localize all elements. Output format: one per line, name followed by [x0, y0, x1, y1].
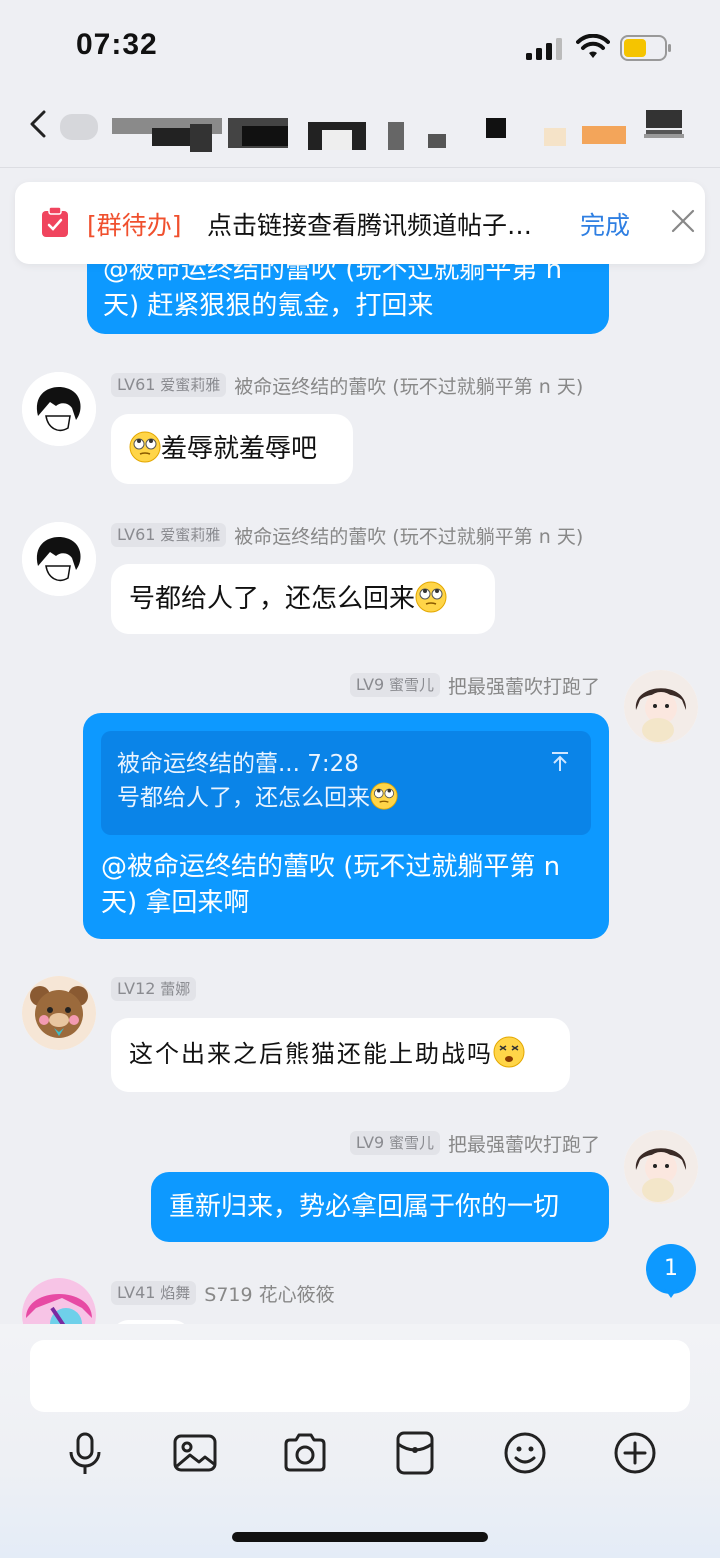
avatar[interactable] — [22, 372, 96, 446]
todo-tag: [群待办] — [87, 211, 182, 240]
sender-meta: LV61 爱蜜莉雅 被命运终结的蕾吹 (玩不过就躺平第 n 天) — [111, 372, 583, 398]
sender-meta: LV61 爱蜜莉雅 被命运终结的蕾吹 (玩不过就躺平第 n 天) — [111, 522, 583, 548]
avatar[interactable] — [22, 976, 96, 1050]
jump-to-original-icon[interactable] — [549, 751, 571, 773]
rolling-eyes-emoji-icon — [370, 782, 398, 810]
sender-name: S719 花心筱筱 — [204, 1283, 335, 1306]
chevron-left-icon[interactable] — [24, 104, 52, 144]
done-button[interactable]: 完成 — [580, 206, 630, 242]
dizzy-face-emoji-icon — [493, 1036, 525, 1068]
message-text: 天) 赶紧狠狠的氪金，打回来 — [103, 291, 434, 321]
wifi-icon — [576, 34, 610, 58]
plus-icon[interactable] — [612, 1430, 658, 1476]
message-list[interactable]: @被命运终结的蕾吹 (玩不过就躺平第 n 天) 赶紧狠狠的氪金，打回来 LV61… — [0, 168, 720, 1324]
message-bubble-outgoing[interactable]: 被命运终结的蕾... 7:28 号都给人了，还怎么回来 @被命运终结的蕾吹 (玩… — [83, 713, 609, 939]
message-text: @被命运终结的蕾吹 (玩不过就躺平第 n — [101, 852, 561, 882]
quote-text: 号都给人了，还怎么回来 — [117, 785, 370, 811]
close-icon[interactable] — [670, 208, 696, 234]
battery-icon — [620, 35, 671, 61]
sender-meta: LV12 蕾娜 — [111, 976, 204, 1002]
level-badge: LV61 爱蜜莉雅 — [111, 523, 227, 547]
avatar[interactable] — [624, 670, 698, 744]
rolling-eyes-emoji-icon — [129, 431, 161, 463]
camera-icon[interactable] — [282, 1430, 328, 1476]
quote-time: 7:28 — [307, 751, 359, 777]
sender-name: 把最强蕾吹打跑了 — [447, 1133, 600, 1156]
quote-sender: 被命运终结的蕾... — [117, 751, 300, 777]
message-text: 重新归来，势必拿回属于你的一切 — [169, 1192, 560, 1222]
menu-icon[interactable] — [640, 106, 688, 140]
microphone-icon[interactable] — [62, 1430, 108, 1476]
red-packet-icon[interactable] — [392, 1430, 438, 1476]
group-todo-banner[interactable]: [群待办] 点击链接查看腾讯频道帖子… 完成 — [15, 182, 705, 264]
avatar[interactable] — [22, 1278, 96, 1324]
level-badge: LV61 爱蜜莉雅 — [111, 373, 227, 397]
sender-meta: LV9 蜜雪儿 把最强蕾吹打跑了 — [334, 672, 600, 698]
user-avatar-icon — [624, 670, 698, 744]
avatar[interactable] — [624, 1130, 698, 1204]
message-text: 号都给人了，还怎么回来 — [129, 584, 416, 614]
sender-name: 被命运终结的蕾吹 (玩不过就躺平第 n 天) — [234, 525, 584, 548]
message-text: 羞辱就羞辱吧 — [161, 434, 318, 464]
unread-count-badge[interactable]: 1 — [646, 1244, 696, 1298]
level-badge: LV9 蜜雪儿 — [349, 1131, 440, 1155]
todo-text[interactable]: 点击链接查看腾讯频道帖子… — [207, 206, 557, 242]
level-badge: LV12 蕾娜 — [111, 977, 197, 1001]
bear-avatar-icon — [22, 976, 96, 1050]
chat-header — [0, 90, 720, 168]
image-icon[interactable] — [172, 1430, 218, 1476]
group-title-redacted[interactable] — [60, 104, 640, 152]
clipboard-icon — [42, 206, 68, 237]
status-time: 07:32 — [76, 28, 158, 61]
status-bar: 07:32 — [0, 0, 720, 90]
message-text: 这个出来之后熊猫还能上助战吗 — [129, 1040, 493, 1068]
message-text: 天) 拿回来啊 — [101, 888, 250, 918]
emoji-icon[interactable] — [502, 1430, 548, 1476]
input-panel — [0, 1324, 720, 1558]
message-bubble-outgoing[interactable]: 重新归来，势必拿回属于你的一切 — [151, 1172, 609, 1242]
sender-meta: LV9 蜜雪儿 把最强蕾吹打跑了 — [334, 1130, 600, 1156]
level-badge: LV9 蜜雪儿 — [349, 673, 440, 697]
anime-avatar-icon — [22, 1278, 96, 1324]
sender-meta: LV41 焰舞 S719 花心筱筱 — [111, 1280, 335, 1306]
sender-name: 把最强蕾吹打跑了 — [447, 675, 600, 698]
home-indicator[interactable] — [232, 1532, 488, 1542]
message-bubble-incoming[interactable]: 号都给人了，还怎么回来 — [111, 564, 495, 634]
rolling-eyes-emoji-icon — [415, 581, 447, 613]
message-input[interactable] — [30, 1340, 690, 1412]
level-badge: LV41 焰舞 — [111, 1281, 197, 1305]
user-avatar-icon — [624, 1130, 698, 1204]
avatar[interactable] — [22, 522, 96, 596]
cellular-signal-icon — [526, 38, 562, 60]
message-bubble-incoming[interactable]: 这个出来之后熊猫还能上助战吗 — [111, 1018, 570, 1092]
message-bubble-incoming[interactable]: 羞辱就羞辱吧 — [111, 414, 353, 484]
user-avatar-icon — [22, 522, 96, 596]
sender-name: 被命运终结的蕾吹 (玩不过就躺平第 n 天) — [234, 375, 584, 398]
quoted-message[interactable]: 被命运终结的蕾... 7:28 号都给人了，还怎么回来 — [101, 731, 591, 835]
user-avatar-icon — [22, 372, 96, 446]
